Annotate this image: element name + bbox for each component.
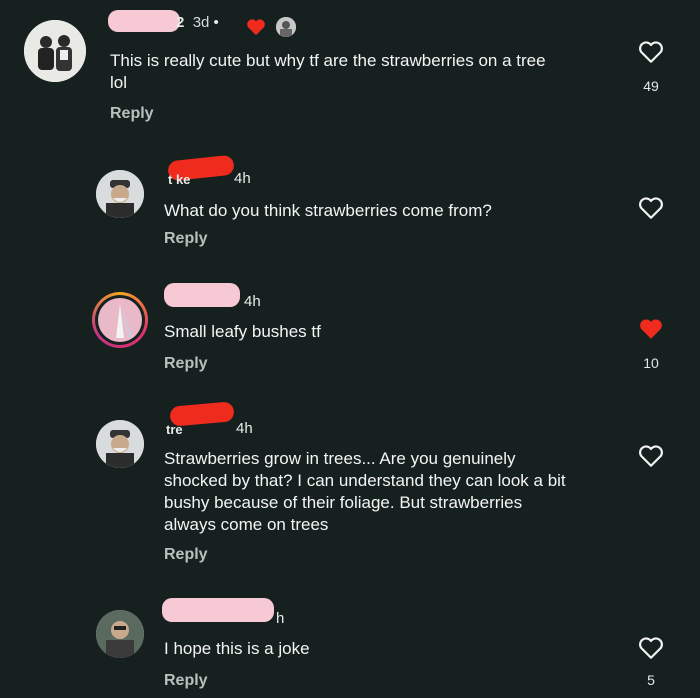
avatar-photo	[98, 298, 142, 342]
redacted-username	[162, 598, 274, 622]
heart-icon[interactable]	[638, 40, 664, 64]
comment-text-line: I hope this is a joke	[164, 639, 310, 658]
comment-3: 4h Small leafy bushes tf Reply 10	[0, 275, 700, 390]
avatar-captain-photo	[96, 420, 144, 468]
comment-text: This is really cute but why tf are the s…	[110, 50, 610, 94]
heart-icon[interactable]	[638, 636, 664, 660]
comment-meta: 2 3d •	[176, 14, 219, 31]
avatar[interactable]	[96, 170, 144, 218]
comment-text-line: shocked by that? I can understand they c…	[164, 471, 566, 490]
comment-2: t ke 4h What do you think strawberries c…	[0, 150, 700, 260]
comment-text-line: always come on trees	[164, 515, 329, 534]
avatar-photo	[96, 610, 144, 658]
separator: •	[213, 14, 219, 31]
redacted-username	[164, 283, 240, 307]
heart-filled-icon[interactable]	[638, 317, 664, 341]
heart-icon[interactable]	[638, 196, 664, 220]
reply-button[interactable]: Reply	[164, 672, 208, 690]
comment-text-line: Strawberries grow in trees... Are you ge…	[164, 449, 516, 468]
comment-text: What do you think strawberries come from…	[164, 200, 614, 222]
comment-text: Strawberries grow in trees... Are you ge…	[164, 448, 624, 536]
reply-button[interactable]: Reply	[164, 355, 208, 373]
username-fragment[interactable]: t ke	[168, 172, 190, 187]
username-fragment[interactable]: tre	[166, 422, 183, 437]
reply-button[interactable]: Reply	[110, 105, 154, 123]
comment-5: h I hope this is a joke Reply 5	[0, 592, 700, 698]
like-count: 10	[643, 355, 659, 371]
avatar-couple-photo	[24, 20, 86, 82]
like-count: 49	[643, 78, 659, 94]
avatar[interactable]	[96, 420, 144, 468]
comment-text-line: This is really cute but why tf are the s…	[110, 51, 546, 70]
comment-4: tre 4h Strawberries grow in trees... Are…	[0, 400, 700, 580]
creator-avatar	[276, 17, 296, 37]
comment-text-line: Small leafy bushes tf	[164, 322, 321, 341]
heart-icon[interactable]	[638, 444, 664, 468]
avatar[interactable]	[96, 610, 144, 658]
reply-button[interactable]: Reply	[164, 546, 208, 564]
timestamp: 4h	[234, 170, 251, 187]
comment-text: Small leafy bushes tf	[164, 321, 614, 343]
comment-1: 2 3d • This is really cute but why tf ar…	[0, 0, 700, 140]
timestamp: 4h	[244, 293, 261, 310]
username-fragment[interactable]: 2	[176, 14, 184, 31]
reply-button[interactable]: Reply	[164, 230, 208, 248]
timestamp: 3d	[192, 14, 210, 31]
comment-text-line: What do you think strawberries come from…	[164, 201, 492, 220]
timestamp: h	[276, 610, 285, 627]
comment-text-line: bushy because of their foliage. But stra…	[164, 493, 523, 512]
comment-text-line: lol	[110, 73, 128, 92]
avatar[interactable]	[24, 20, 86, 82]
avatar-story-ring[interactable]	[92, 292, 148, 348]
timestamp: 4h	[236, 420, 253, 437]
like-count: 5	[647, 672, 655, 688]
comment-text: I hope this is a joke	[164, 638, 614, 660]
avatar-captain-photo	[96, 170, 144, 218]
redacted-username	[108, 10, 180, 32]
creator-like-icon	[246, 18, 266, 36]
